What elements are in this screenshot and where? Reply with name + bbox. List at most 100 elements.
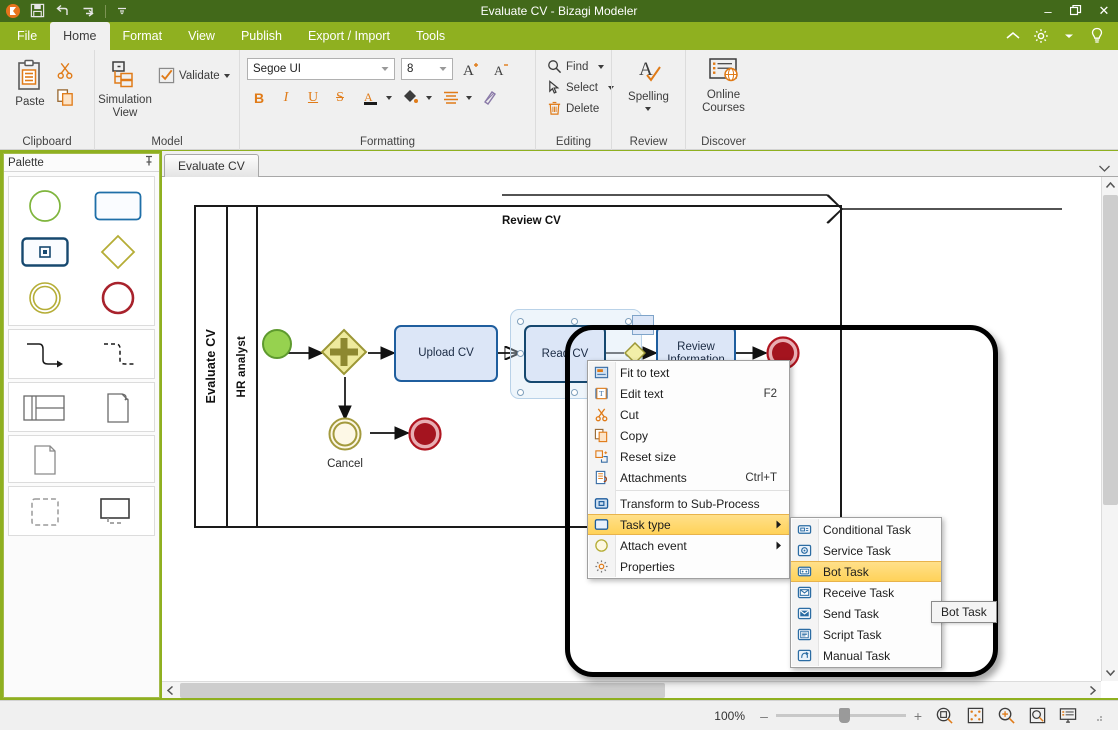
zoom-slider-track[interactable]: [776, 708, 906, 723]
tab-publish[interactable]: Publish: [228, 22, 295, 50]
scroll-right-icon[interactable]: [1084, 682, 1101, 698]
palette-end-event[interactable]: [82, 275, 155, 321]
zoom-out-button[interactable]: –: [758, 708, 770, 724]
vertical-scroll-thumb[interactable]: [1103, 195, 1118, 505]
customize-qat-icon[interactable]: [115, 3, 131, 19]
parallel-gateway[interactable]: [320, 328, 368, 376]
resize-handle-sw[interactable]: [517, 389, 524, 396]
gear-icon[interactable]: [1030, 25, 1052, 47]
palette-intermediate-event[interactable]: [9, 275, 82, 321]
zoom-region-icon[interactable]: [1026, 705, 1048, 727]
zoom-slider[interactable]: – +: [758, 708, 924, 724]
strikethrough-button[interactable]: S: [328, 86, 352, 110]
pool-header[interactable]: Evaluate CV: [196, 207, 228, 526]
resize-handle-s[interactable]: [571, 389, 578, 396]
submenu-item-script-task[interactable]: Script Task: [791, 624, 941, 645]
context-menu-item-transform-to-sub-process[interactable]: Transform to Sub-Process: [588, 493, 789, 514]
palette-message-flow[interactable]: [82, 336, 155, 374]
font-color-caret-icon[interactable]: [386, 96, 392, 100]
resize-handle-ne[interactable]: [625, 318, 632, 325]
font-family-caret-icon[interactable]: [378, 66, 392, 72]
undo-icon[interactable]: [55, 3, 71, 19]
tab-file[interactable]: File: [4, 22, 50, 50]
horizontal-scrollbar[interactable]: [162, 681, 1101, 698]
horizontal-scroll-thumb[interactable]: [180, 683, 665, 698]
diagram-canvas[interactable]: Evaluate CV HR analyst Review CV Upload …: [162, 177, 1118, 698]
delete-button[interactable]: Delete: [543, 99, 603, 118]
tab-format[interactable]: Format: [110, 22, 176, 50]
pin-icon[interactable]: [143, 155, 155, 170]
context-menu-item-fit-to-text[interactable]: Fit to text: [588, 362, 789, 383]
palette-start-event[interactable]: [9, 183, 82, 229]
lane-header-hr-analyst[interactable]: HR analyst: [228, 207, 258, 526]
online-courses-button[interactable]: Online Courses: [696, 54, 751, 117]
context-menu-item-copy[interactable]: Copy: [588, 425, 789, 446]
spelling-caret-icon[interactable]: [645, 107, 652, 111]
resize-handle-w[interactable]: [517, 350, 524, 357]
vertical-scrollbar[interactable]: [1101, 177, 1118, 681]
font-size-caret-icon[interactable]: [436, 66, 450, 72]
palette-gateway[interactable]: [82, 229, 155, 275]
resize-grip[interactable]: [1092, 710, 1104, 722]
align-caret-icon[interactable]: [466, 96, 472, 100]
document-tab-overflow-icon[interactable]: [1099, 159, 1110, 177]
context-menu-item-task-type[interactable]: Task type: [588, 514, 789, 535]
palette-annotation[interactable]: [82, 493, 155, 531]
grow-font-button[interactable]: A: [459, 57, 483, 81]
palette-pool[interactable]: [9, 389, 82, 427]
validate-button[interactable]: Validate: [154, 65, 234, 86]
scroll-up-icon[interactable]: [1102, 177, 1118, 194]
submenu-item-service-task[interactable]: Service Task: [791, 540, 941, 561]
context-menu[interactable]: Fit to text T Edit text F2 Cut Copy Rese…: [587, 360, 790, 579]
scroll-left-icon[interactable]: [162, 682, 179, 698]
spelling-button[interactable]: A Spelling: [622, 54, 675, 113]
context-menu-item-edit-text[interactable]: T Edit text F2: [588, 383, 789, 404]
tab-view[interactable]: View: [175, 22, 228, 50]
zoom-to-selection-icon[interactable]: [933, 705, 955, 727]
save-icon[interactable]: [30, 3, 46, 19]
palette-sub-process[interactable]: [9, 229, 82, 275]
context-menu-item-cut[interactable]: Cut: [588, 404, 789, 425]
zoom-in-button[interactable]: +: [912, 708, 924, 724]
align-button[interactable]: [439, 86, 463, 110]
submenu-item-send-task[interactable]: Send Task: [791, 603, 941, 624]
palette-group[interactable]: [9, 493, 82, 531]
simulation-view-button[interactable]: Simulation View: [98, 57, 152, 122]
fill-color-caret-icon[interactable]: [426, 96, 432, 100]
find-caret-icon[interactable]: [598, 64, 605, 69]
start-event[interactable]: [262, 329, 292, 359]
paste-button[interactable]: Paste: [7, 57, 53, 111]
tab-export-import[interactable]: Export / Import: [295, 22, 403, 50]
shrink-font-button[interactable]: A: [489, 57, 513, 81]
validate-caret-icon[interactable]: [223, 73, 230, 78]
redo-icon[interactable]: [80, 3, 96, 19]
intermediate-event-cancel[interactable]: [328, 417, 362, 451]
bold-button[interactable]: B: [247, 86, 271, 110]
font-color-button[interactable]: A: [359, 86, 383, 110]
font-family-combo[interactable]: Segoe UI: [247, 58, 395, 80]
palette-task[interactable]: [82, 183, 155, 229]
fit-to-page-icon[interactable]: [964, 705, 986, 727]
submenu-item-manual-task[interactable]: Manual Task: [791, 645, 941, 666]
chevron-down-icon[interactable]: [1058, 25, 1080, 47]
find-button[interactable]: Find: [543, 57, 608, 76]
format-painter-button[interactable]: [479, 86, 503, 110]
document-tab-evaluate-cv[interactable]: Evaluate CV: [164, 154, 259, 177]
tab-home[interactable]: Home: [50, 22, 110, 50]
font-size-combo[interactable]: 8: [401, 58, 453, 80]
palette-data-object[interactable]: [82, 389, 155, 427]
resize-handle-nw[interactable]: [517, 318, 524, 325]
end-event-cancel[interactable]: [408, 417, 442, 451]
collapse-ribbon-icon[interactable]: [1002, 25, 1024, 47]
help-lightbulb-icon[interactable]: [1086, 25, 1108, 47]
task-type-marker-box[interactable]: [632, 315, 654, 335]
scroll-down-icon[interactable]: [1102, 664, 1118, 681]
task-upload-cv[interactable]: Upload CV: [394, 325, 498, 382]
tab-tools[interactable]: Tools: [403, 22, 458, 50]
fill-color-button[interactable]: [399, 86, 423, 110]
context-menu-item-attach-event[interactable]: Attach event: [588, 535, 789, 556]
copy-button[interactable]: [53, 85, 77, 109]
context-menu-item-reset-size[interactable]: Reset size: [588, 446, 789, 467]
palette-document[interactable]: [9, 442, 82, 478]
maximize-restore-button[interactable]: [1062, 0, 1090, 22]
